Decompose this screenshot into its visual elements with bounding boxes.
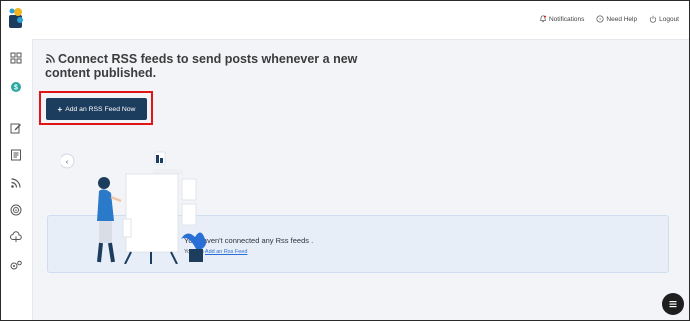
svg-text:$: $ (14, 85, 18, 92)
grid-icon[interactable] (10, 52, 22, 64)
target-icon[interactable] (10, 204, 22, 216)
settings-icon[interactable] (10, 259, 22, 271)
bell-icon (540, 15, 546, 23)
menu-fab-button[interactable] (662, 293, 684, 315)
add-rss-feed-link[interactable]: Add an Rss Feed (205, 249, 248, 255)
page-heading: Connect RSS feeds to send posts whenever… (45, 52, 405, 80)
app-window: Notifications ? Need Help Logout $ Conne… (0, 0, 690, 321)
logout-label: Logout (659, 15, 679, 23)
app-logo[interactable] (7, 6, 25, 30)
rss-icon (46, 54, 55, 63)
svg-text:?: ? (599, 17, 602, 22)
help-label: Need Help (606, 15, 638, 23)
logout-link[interactable]: Logout (649, 15, 679, 23)
sidebar: $ (1, 39, 33, 320)
edit-icon[interactable] (10, 122, 22, 134)
top-actions: Notifications ? Need Help Logout (539, 15, 679, 23)
plus-icon: + (57, 104, 63, 114)
notifications-label: Notifications (548, 15, 585, 23)
cloud-upload-icon[interactable] (10, 231, 22, 243)
empty-state-illustration: ‹ (61, 151, 206, 264)
top-bar: Notifications ? Need Help Logout (1, 1, 689, 40)
menu-icon (669, 301, 677, 308)
power-icon (649, 15, 657, 23)
dollar-coin-icon[interactable]: $ (10, 81, 22, 93)
main-content: Connect RSS feeds to send posts whenever… (33, 39, 689, 320)
add-rss-feed-button[interactable]: + Add an RSS Feed Now (46, 98, 147, 120)
help-link[interactable]: ? Need Help (596, 15, 637, 23)
document-icon[interactable] (10, 149, 22, 161)
notifications-link[interactable]: Notifications (539, 15, 584, 23)
rss-icon[interactable] (10, 177, 22, 189)
help-circle-icon: ? (596, 15, 604, 23)
page-heading-text: Connect RSS feeds to send posts whenever… (45, 52, 358, 80)
add-rss-feed-label: Add an RSS Feed Now (65, 105, 136, 113)
